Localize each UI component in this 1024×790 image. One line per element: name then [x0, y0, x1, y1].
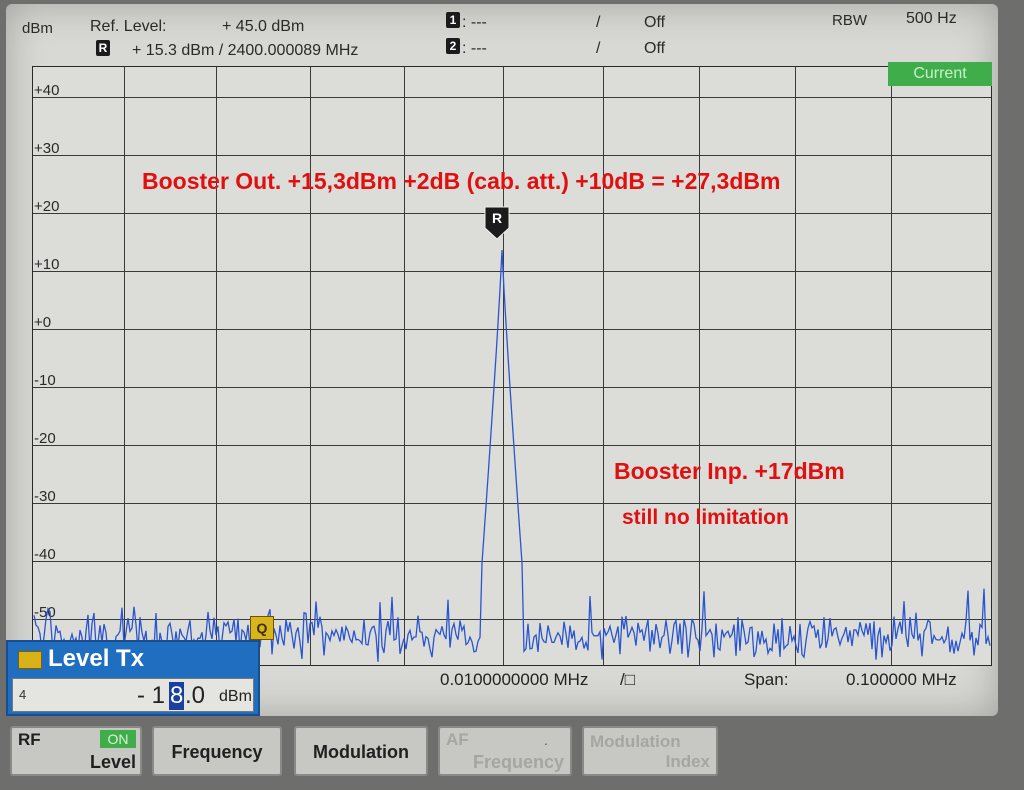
level-tx-cursor-digit[interactable]: 8	[169, 682, 185, 710]
level-tx-prefix: 4	[19, 687, 27, 702]
marker1-icon: 1	[446, 12, 460, 28]
analyzer-screen: dBm Ref. Level: + 45.0 dBm R + 15.3 dBm …	[6, 4, 998, 716]
mod-index-label-1: Modulation	[590, 732, 681, 751]
ref-marker-icon: R	[96, 40, 110, 56]
trigger-icon: Q	[250, 616, 274, 640]
marker2-sep: /	[596, 40, 601, 57]
rf-on-indicator: ON	[100, 730, 136, 748]
trace-line	[33, 249, 991, 662]
ref-level-label: Ref. Level:	[90, 18, 167, 35]
frequency-softkey-label: Frequency	[171, 742, 263, 762]
af-frequency-label: Frequency	[472, 752, 564, 772]
span-label: Span:	[744, 670, 789, 689]
rf-label: RF	[18, 730, 41, 749]
frequency-softkey[interactable]: Frequency	[152, 726, 282, 776]
af-label: AF	[446, 730, 469, 749]
rbw-label: RBW	[832, 12, 867, 29]
marker2-state: Off	[644, 40, 666, 57]
mod-index-label-2: Index	[665, 752, 710, 771]
ref-level-value: + 45.0 dBm	[222, 18, 305, 35]
booster-out-annotation: Booster Out. +15,3dBm +2dB (cab. att.) +…	[142, 168, 781, 194]
marker2-icon: 2	[446, 38, 460, 54]
unit-label: dBm	[22, 20, 53, 37]
af-dot: .	[544, 732, 548, 748]
center-suffix: /□	[620, 670, 635, 689]
level-tx-unit: dBm	[219, 688, 252, 705]
marker1-sep: /	[596, 14, 601, 31]
marker2-value: : ---	[462, 40, 487, 57]
booster-inp-annotation: Booster Inp. +17dBm	[614, 458, 845, 484]
modulation-softkey[interactable]: Modulation	[294, 726, 428, 776]
level-tx-value-before: - 1	[137, 682, 166, 709]
modulation-index-softkey[interactable]: Modulation Index	[582, 726, 718, 776]
rf-level-softkey[interactable]: RF ON Level	[10, 726, 142, 776]
ref-marker-flag-label: R	[492, 210, 502, 226]
rbw-value: 500 Hz	[906, 10, 957, 27]
modulation-softkey-label: Modulation	[313, 742, 409, 762]
rf-level-label: Level	[89, 752, 136, 772]
marker1-state: Off	[644, 14, 666, 31]
center-frequency: 0.0100000000 MHz	[440, 670, 589, 689]
level-tx-dialog[interactable]: Level Tx 4 - 1 8 .0 dBm	[6, 640, 260, 716]
level-tx-field[interactable]: 4 - 1 8 .0 dBm	[12, 678, 254, 712]
level-tx-title: Level Tx	[48, 645, 145, 672]
ref-marker-flag-icon: R	[484, 206, 510, 240]
level-tx-value-after: .0	[185, 682, 206, 709]
marker1-value: : ---	[462, 14, 487, 31]
ref-marker-value: + 15.3 dBm / 2400.000089 MHz	[132, 42, 359, 59]
spectrum-trace	[33, 249, 991, 662]
limitation-annotation: still no limitation	[622, 506, 789, 529]
span-value: 0.100000 MHz	[846, 670, 957, 689]
af-frequency-softkey[interactable]: AF . Frequency	[438, 726, 572, 776]
